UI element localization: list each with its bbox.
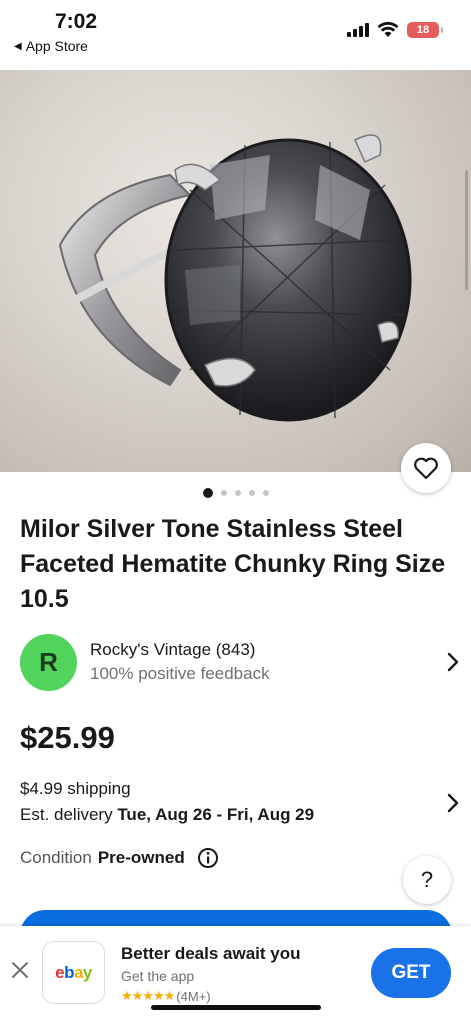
info-icon[interactable] <box>197 847 219 869</box>
back-triangle-icon: ◀ <box>14 40 22 52</box>
chevron-right-icon <box>447 652 459 672</box>
review-count: (4M+) <box>176 988 211 1004</box>
carousel-dot[interactable] <box>262 490 269 496</box>
shipping-row[interactable]: $4.99 shipping Est. delivery Tue, Aug 26… <box>20 776 460 830</box>
product-image[interactable] <box>0 70 471 472</box>
heart-icon <box>414 457 438 480</box>
status-icons: 18 <box>347 22 443 38</box>
shipping-cost: $4.99 shipping <box>20 779 131 798</box>
home-indicator[interactable] <box>151 1005 321 1010</box>
seller-row[interactable]: R Rocky's Vintage (843) 100% positive fe… <box>20 632 460 692</box>
wifi-icon <box>377 22 399 37</box>
image-carousel-dots <box>0 488 471 498</box>
ebay-app-logo: ebay <box>42 941 105 1004</box>
back-app-label: App Store <box>25 38 88 54</box>
back-to-app-store[interactable]: ◀ App Store <box>14 38 88 54</box>
carousel-dot[interactable] <box>248 490 255 496</box>
help-button[interactable]: ? <box>403 856 451 904</box>
battery-indicator: 18 <box>407 22 443 38</box>
condition-value: Pre-owned <box>97 848 185 867</box>
image-scrollbar[interactable] <box>465 170 468 290</box>
banner-rating: ★★★★★ (4M+) <box>121 988 211 1004</box>
watchlist-button[interactable] <box>401 443 451 493</box>
product-title: Milor Silver Tone Stainless Steel Facete… <box>20 515 446 613</box>
banner-title: Better deals await you <box>121 944 301 963</box>
carousel-dot[interactable] <box>220 490 227 496</box>
condition-row: Condition Pre-owned <box>20 847 219 869</box>
banner-subtitle: Get the app <box>121 968 195 984</box>
carousel-dot[interactable] <box>234 490 241 496</box>
delivery-prefix: Est. delivery <box>20 805 118 824</box>
close-icon[interactable] <box>10 960 30 980</box>
seller-name: Rocky's Vintage (843) <box>90 640 256 659</box>
get-app-button[interactable]: GET <box>371 948 451 998</box>
seller-info: Rocky's Vintage (843) 100% positive feed… <box>90 638 270 686</box>
carousel-dot[interactable] <box>202 488 213 498</box>
item-price: $25.99 <box>20 720 115 755</box>
ring-illustration <box>58 134 412 422</box>
chevron-right-icon <box>447 793 459 813</box>
seller-feedback: 100% positive feedback <box>90 664 270 683</box>
cellular-signal-icon <box>347 23 369 37</box>
estimated-delivery: Est. delivery Tue, Aug 26 - Fri, Aug 29 <box>20 802 460 828</box>
delivery-dates: Tue, Aug 26 - Fri, Aug 29 <box>117 805 315 824</box>
seller-avatar: R <box>20 633 77 691</box>
star-rating-icon: ★★★★★ <box>121 988 175 1003</box>
status-bar: 7:02 ◀ App Store 18 <box>0 0 471 70</box>
condition-label: Condition <box>20 848 92 867</box>
status-time: 7:02 <box>55 10 98 33</box>
